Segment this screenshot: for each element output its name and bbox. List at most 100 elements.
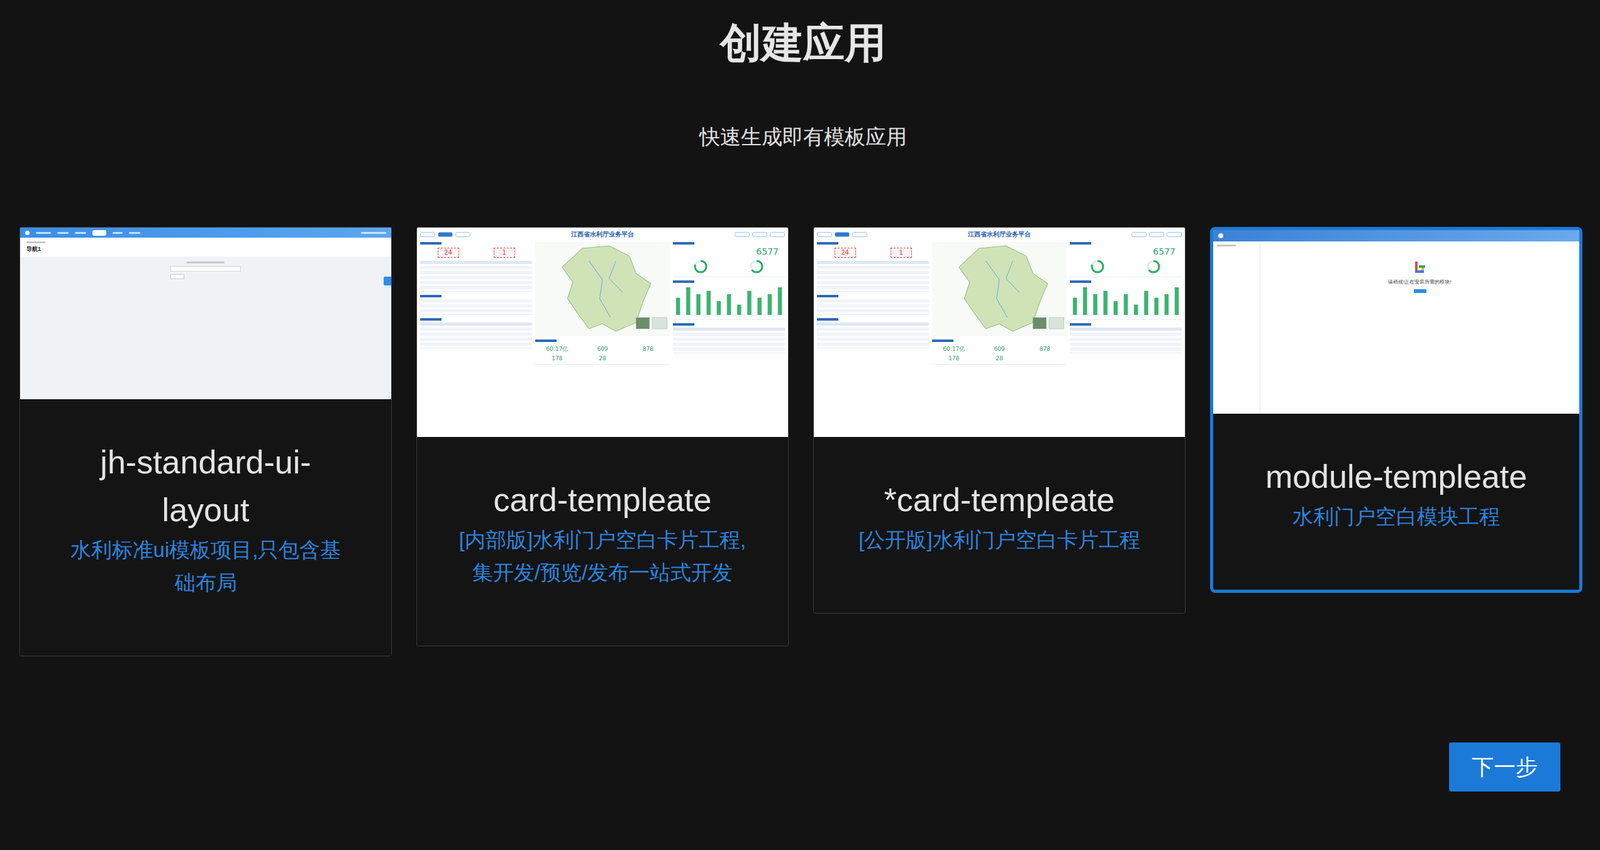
dashboard-grid: 24 1 60.17亿60987817828 6577: [420, 242, 785, 436]
button-placeholder: [170, 274, 185, 280]
stat-value: 609: [977, 345, 1021, 353]
nav-placeholder: [128, 232, 141, 234]
chart-bar: [1123, 294, 1128, 316]
template-card[interactable]: 江西省水利厅业务平台24160.17亿609878178286577card-t…: [416, 227, 789, 647]
table-row: [1069, 337, 1182, 341]
chart-bar: [1133, 305, 1138, 316]
avatar-icon: [1218, 233, 1224, 239]
water-panel: 60.17亿60987817828: [535, 339, 670, 365]
text-placeholder: [186, 261, 225, 264]
module-preview: 请稍候!正在安装所需的模块!: [1213, 230, 1580, 414]
total-value: 6577: [672, 246, 785, 257]
preview-title: 江西省水利厅业务平台: [472, 230, 733, 239]
ring-row: [1069, 258, 1182, 275]
page-subtitle: 快速生成即有模板应用: [19, 124, 1587, 150]
chart-panel: [672, 280, 785, 321]
preview-header: [1213, 230, 1580, 242]
panel-heading: [816, 294, 839, 298]
chart-bar: [706, 291, 711, 316]
ring-gauge: [692, 258, 709, 275]
pill-placeholder: [1166, 232, 1182, 238]
dashboard-preview: 江西省水利厅业务平台 24 1 60.17亿60987817828 6577: [416, 227, 789, 438]
panel-heading: [420, 294, 442, 298]
panel-heading: [672, 323, 695, 326]
chart-bar: [747, 291, 751, 316]
preview-title: 江西省水利厅业务平台: [869, 230, 1129, 239]
template-description: [公开版]水利门户空白卡片工程: [854, 523, 1145, 557]
chart-bar: [727, 294, 731, 316]
template-preview: 请稍候!正在安装所需的模块!: [1213, 230, 1580, 414]
map-icon: [535, 242, 670, 337]
breadcrumb: [26, 241, 46, 244]
chart-bar: [696, 294, 700, 316]
card-body: module-templeate水利门户空白模块工程: [1213, 413, 1580, 590]
template-name: *card-templeate: [854, 476, 1145, 524]
dashboard-grid: 24160.17亿609878178286577: [816, 242, 1182, 436]
stat-value: 609: [580, 345, 624, 353]
alert-row: 241: [816, 246, 929, 260]
nav-placeholder: [112, 232, 123, 234]
left-column: 241: [816, 242, 929, 436]
panel-heading: [1069, 242, 1092, 245]
stat-value: 60.17亿: [535, 345, 579, 353]
table-row: [816, 281, 929, 285]
list-panel: [1069, 323, 1182, 354]
table-row: [816, 309, 929, 313]
template-card[interactable]: 江西省水利厅业务平台24160.17亿609878178286577*card-…: [813, 227, 1186, 614]
panel-heading: [1069, 280, 1092, 284]
alert-count: 24: [437, 247, 460, 258]
template-card[interactable]: 请稍候!正在安装所需的模块!module-templeate水利门户空白模块工程: [1210, 227, 1583, 594]
chart-bar: [716, 301, 721, 316]
bar-chart: [672, 284, 785, 318]
table-row: [1069, 342, 1182, 346]
stats-grid: 60.17亿60987817828: [932, 344, 1067, 363]
card-body: *card-templeate[公开版]水利门户空白卡片工程: [813, 437, 1185, 614]
template-name: module-templeate: [1253, 452, 1539, 501]
alert-count: 24: [834, 247, 856, 258]
panel-heading: [816, 242, 839, 245]
pill-placeholder: [852, 232, 868, 238]
layout-preview: 导航1: [20, 227, 392, 400]
panel-heading: [932, 339, 954, 343]
refresh-button: [1413, 289, 1427, 294]
create-app-page: 创建应用快速生成即有模板应用导航1jh-standard-ui-layout水利…: [0, 0, 1600, 850]
stat-value: 178: [535, 354, 579, 363]
chart-bar: [1113, 301, 1118, 316]
template-card[interactable]: 导航1 jh-standard-ui-layout水利标准ui模板项目,只包含基础…: [19, 227, 392, 657]
right-column: 6577: [672, 242, 785, 436]
pill-placeholder: [1131, 232, 1147, 238]
notice-panel: [816, 294, 929, 316]
table-row: [420, 337, 533, 341]
rain-panel: 6577: [672, 242, 785, 278]
logo-icon: [25, 230, 30, 236]
next-button[interactable]: 下一步: [1449, 742, 1561, 792]
preview-sidebar: [1213, 241, 1261, 414]
stat-value: 178: [932, 354, 976, 363]
list-panel: [672, 323, 785, 354]
pill-placeholder: [816, 232, 833, 238]
template-preview: 江西省水利厅业务平台24160.17亿609878178286577: [813, 227, 1185, 438]
pill-placeholder: [437, 232, 453, 238]
pill-placeholder: [734, 232, 750, 238]
stats-grid: 60.17亿60987817828: [535, 344, 670, 363]
module-logo-icon: [1412, 260, 1428, 276]
footer: 下一步: [19, 742, 1587, 792]
card-body: jh-standard-ui-layout水利标准ui模板项目,只包含基础布局: [20, 399, 392, 656]
template-description: [内部版]水利门户空白卡片工程,集开发/预览/发布一站式开发: [457, 523, 748, 590]
chart-bar: [1154, 298, 1158, 316]
table-row: [1069, 347, 1182, 351]
pill-placeholder: [769, 232, 785, 238]
page-heading: 导航1: [26, 245, 385, 253]
pill-placeholder: [752, 232, 768, 238]
nav-placeholder: [361, 232, 387, 234]
panel-heading: [1069, 323, 1092, 326]
ring-row: [672, 258, 785, 275]
alert-row: 24 1: [420, 246, 533, 260]
chart-bar: [1164, 294, 1168, 316]
alert-count: 1: [493, 247, 516, 258]
table-row: [672, 342, 785, 346]
template-description: 水利门户空白模块工程: [1253, 500, 1539, 534]
preview-content: [20, 256, 392, 400]
left-column: 24 1: [420, 242, 533, 436]
ring-gauge: [1145, 258, 1162, 275]
